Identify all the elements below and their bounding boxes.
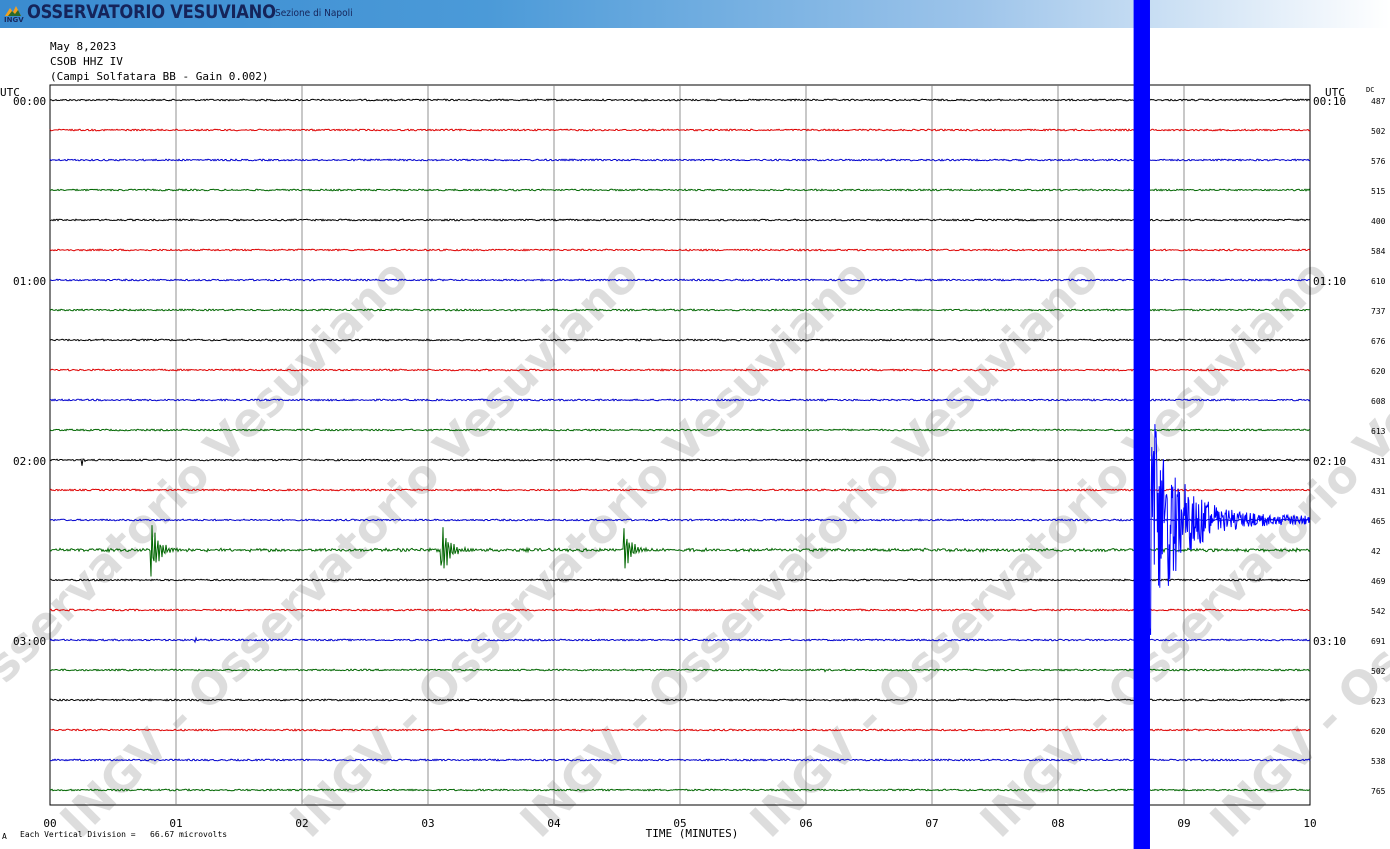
dc-value: 691	[1371, 637, 1386, 646]
dc-value: 469	[1371, 577, 1386, 586]
dc-value: 515	[1371, 187, 1386, 196]
dc-value: 502	[1371, 127, 1386, 136]
right-time-label: 00:10	[1313, 95, 1346, 108]
dc-value: 610	[1371, 277, 1386, 286]
x-tick-label: 09	[1177, 817, 1190, 830]
dc-value: 737	[1371, 307, 1386, 316]
large-event-saturation	[1133, 0, 1150, 849]
dc-value: 487	[1371, 97, 1386, 106]
x-tick-label: 07	[925, 817, 938, 830]
x-tick-label: 06	[799, 817, 812, 830]
x-tick-label: 10	[1303, 817, 1316, 830]
dc-value: 42	[1371, 547, 1381, 556]
left-time-label: 02:00	[13, 455, 46, 468]
x-tick-label: 08	[1051, 817, 1064, 830]
dc-value: 431	[1371, 487, 1386, 496]
x-tick-label: 00	[43, 817, 56, 830]
right-time-label: 01:10	[1313, 275, 1346, 288]
dc-value: 613	[1371, 427, 1386, 436]
dc-value: 623	[1371, 697, 1386, 706]
watermark: INGV - Osservatorio VesuvianoINGV - Osse…	[0, 248, 1390, 848]
dc-value: 765	[1371, 787, 1386, 796]
dc-value: 608	[1371, 397, 1386, 406]
division-value: 66.67 microvolts	[150, 830, 228, 839]
x-tick-label: 02	[295, 817, 308, 830]
left-time-label: 01:00	[13, 275, 46, 288]
dc-value: 620	[1371, 727, 1386, 736]
x-tick-label: 01	[169, 817, 182, 830]
dc-value: 400	[1371, 217, 1386, 226]
x-tick-label: 04	[547, 817, 561, 830]
dc-value: 538	[1371, 757, 1386, 766]
x-axis-label: TIME (MINUTES)	[646, 827, 739, 840]
dc-value: 584	[1371, 247, 1386, 256]
dc-value: 465	[1371, 517, 1386, 526]
footer-mark: A	[2, 832, 7, 841]
seismogram-chart: INGV - Osservatorio VesuvianoINGV - Osse…	[0, 0, 1390, 849]
left-time-label: 00:00	[13, 95, 46, 108]
dc-value: 620	[1371, 367, 1386, 376]
dc-value: 502	[1371, 667, 1386, 676]
dc-value: 431	[1371, 457, 1386, 466]
right-time-label: 03:10	[1313, 635, 1346, 648]
left-time-label: 03:00	[13, 635, 46, 648]
dc-value: 676	[1371, 337, 1386, 346]
dc-label: DC	[1366, 86, 1374, 94]
right-time-label: 02:10	[1313, 455, 1346, 468]
vertical-division-note: Each Vertical Division = 66.67 microvolt…	[20, 830, 227, 839]
dc-value: 576	[1371, 157, 1386, 166]
division-label: Each Vertical Division =	[20, 830, 136, 839]
x-tick-label: 03	[421, 817, 434, 830]
dc-value: 542	[1371, 607, 1386, 616]
